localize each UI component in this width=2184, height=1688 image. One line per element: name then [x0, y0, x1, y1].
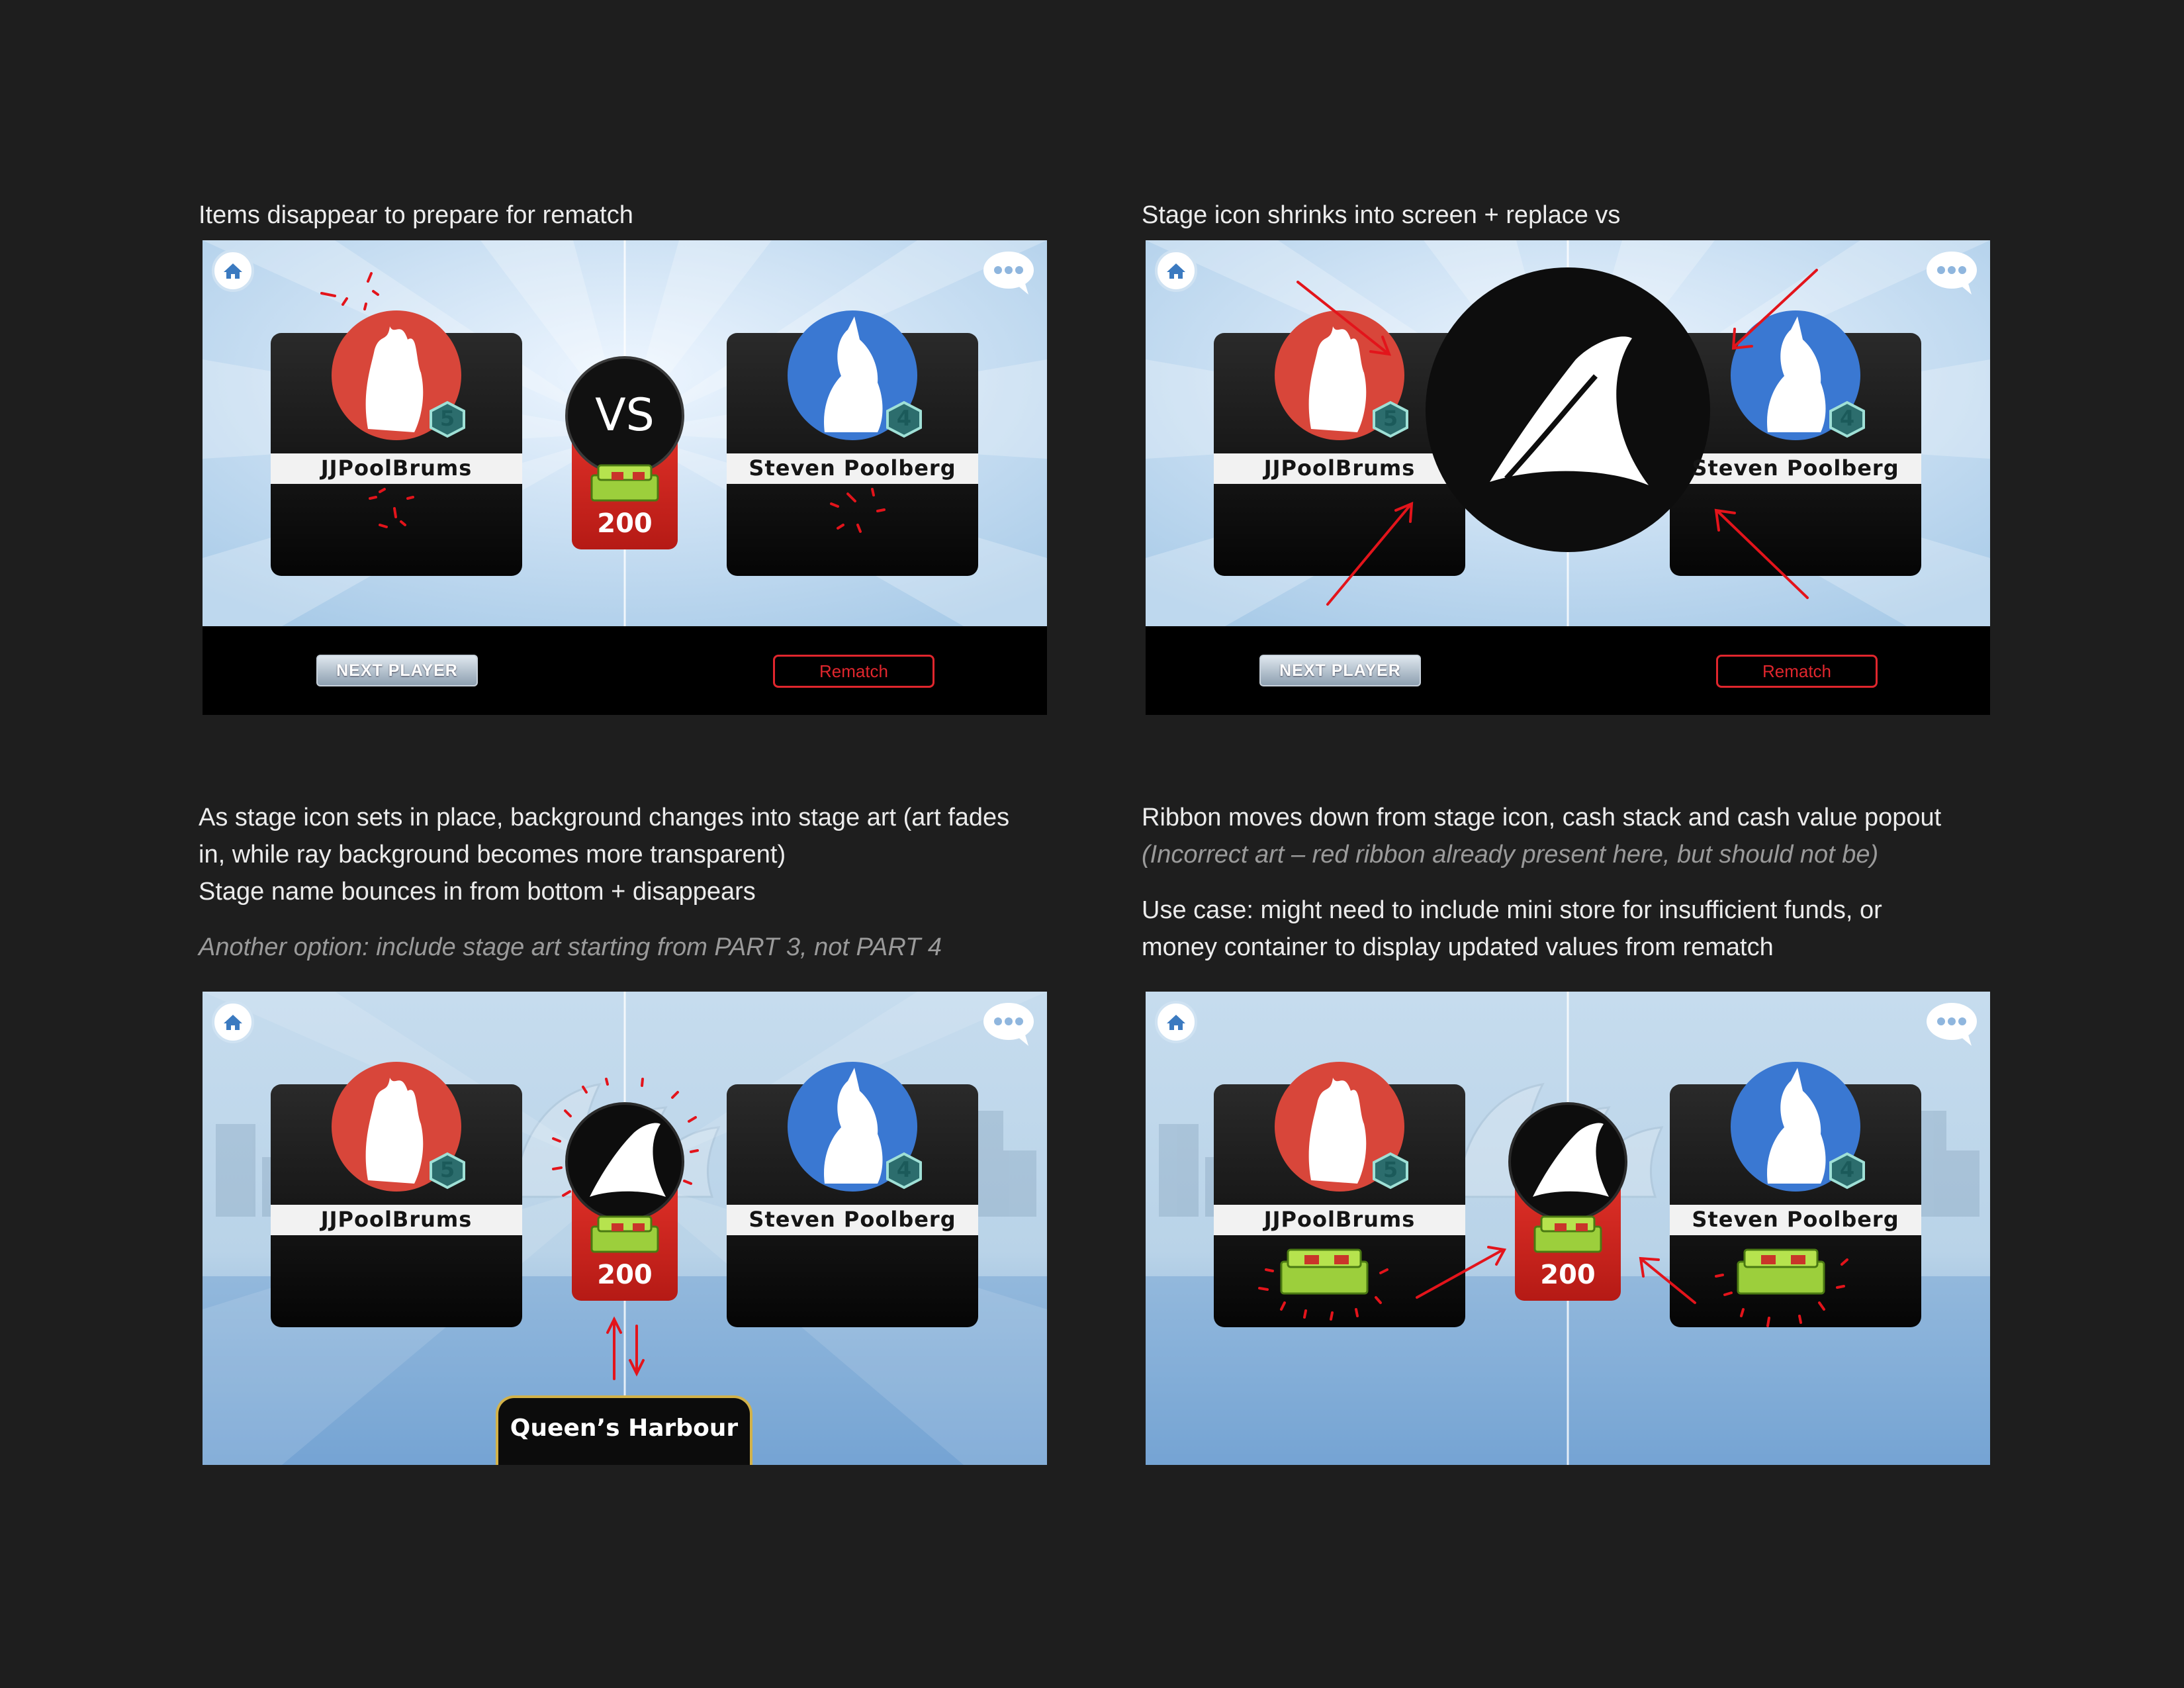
ribbon-value: 200 — [597, 1260, 653, 1290]
player-left-level: 5 — [1383, 406, 1398, 431]
home-button[interactable] — [212, 250, 254, 292]
home-button[interactable] — [1155, 1001, 1197, 1043]
caption-panel-4: Ribbon moves down from stage icon, cash … — [1142, 799, 1941, 966]
chat-bubble-icon[interactable] — [1924, 1000, 1979, 1049]
cash-stack-icon — [1280, 1248, 1369, 1295]
home-icon — [1167, 263, 1185, 279]
player-right-name: Steven Poolberg — [1692, 1207, 1899, 1232]
panel-2-stage-icon-shrinks: 5 4 JJPoolBrums Steven Poolberg NEXT PLA… — [1146, 240, 1990, 715]
vs-label: VS — [595, 389, 655, 442]
caption-text: money container to display updated value… — [1142, 933, 1774, 961]
caption-text: As stage icon sets in place, background … — [199, 804, 1010, 831]
panel-4-ribbon-cash-popout: 200 5 4 JJPoolBrums Steven Poolberg — [1146, 992, 1990, 1465]
caption-panel-3: As stage icon sets in place, background … — [199, 799, 1009, 966]
caption-text: Stage name bounces in from bottom + disa… — [199, 878, 756, 906]
player-right-level: 4 — [896, 1157, 912, 1182]
player-left-level: 5 — [439, 406, 455, 431]
caption-note: Another option: include stage art starti… — [199, 933, 942, 961]
caption-text: Items disappear to prepare for rematch — [199, 201, 633, 229]
home-button[interactable] — [1155, 250, 1197, 292]
caption-note: (Incorrect art – red ribbon already pres… — [1142, 841, 1879, 868]
player-right-name: Steven Poolberg — [749, 455, 956, 481]
next-player-button[interactable]: NEXT PLAYER — [1259, 655, 1421, 686]
player-left-name: JJPoolBrums — [320, 1207, 473, 1232]
caption-text: in, while ray background becomes more tr… — [199, 841, 786, 868]
home-icon — [1167, 1015, 1185, 1030]
cash-stack-icon — [590, 464, 659, 502]
caption-panel-2: Stage icon shrinks into screen + replace… — [1142, 197, 1620, 234]
player-left-level: 5 — [1383, 1157, 1398, 1182]
panel-3-stage-art-fades-in: 200 5 4 JJPoolBrums Steven Poolberg Quee… — [203, 992, 1047, 1465]
caption-panel-1: Items disappear to prepare for rematch — [199, 197, 633, 234]
player-left-name: JJPoolBrums — [1263, 455, 1416, 481]
player-right-level: 4 — [1839, 406, 1855, 431]
chat-bubble-icon[interactable] — [981, 1000, 1036, 1049]
player-left-name: JJPoolBrums — [320, 455, 473, 481]
player-right-name: Steven Poolberg — [749, 1207, 956, 1232]
rematch-button[interactable]: Rematch — [1716, 655, 1878, 688]
caption-text: Ribbon moves down from stage icon, cash … — [1142, 804, 1942, 831]
player-left-level: 5 — [439, 1157, 455, 1182]
caption-text: Stage icon shrinks into screen + replace… — [1142, 201, 1621, 229]
cash-stack-icon — [1737, 1248, 1825, 1295]
stage-name-banner: Queen’s Harbour — [496, 1395, 752, 1465]
home-button[interactable] — [212, 1001, 254, 1043]
next-player-button[interactable]: NEXT PLAYER — [316, 655, 478, 686]
chat-bubble-icon[interactable] — [981, 248, 1036, 297]
player-left-name: JJPoolBrums — [1263, 1207, 1416, 1232]
panel-1-items-disappear: VS 200 5 4 JJPoolBrums Steven Poolberg N… — [203, 240, 1047, 715]
rematch-button[interactable]: Rematch — [773, 655, 934, 688]
chat-bubble-icon[interactable] — [1924, 248, 1979, 297]
caption-text: Use case: might need to include mini sto… — [1142, 896, 1882, 924]
cash-stack-icon — [1533, 1215, 1602, 1253]
ribbon-value: 200 — [1540, 1260, 1596, 1290]
player-right-level: 4 — [1839, 1157, 1855, 1182]
home-icon — [224, 263, 242, 279]
player-right-name: Steven Poolberg — [1692, 455, 1899, 481]
player-right-level: 4 — [896, 406, 912, 431]
cash-stack-icon — [590, 1215, 659, 1253]
ribbon-value: 200 — [597, 508, 653, 539]
home-icon — [224, 1015, 242, 1030]
